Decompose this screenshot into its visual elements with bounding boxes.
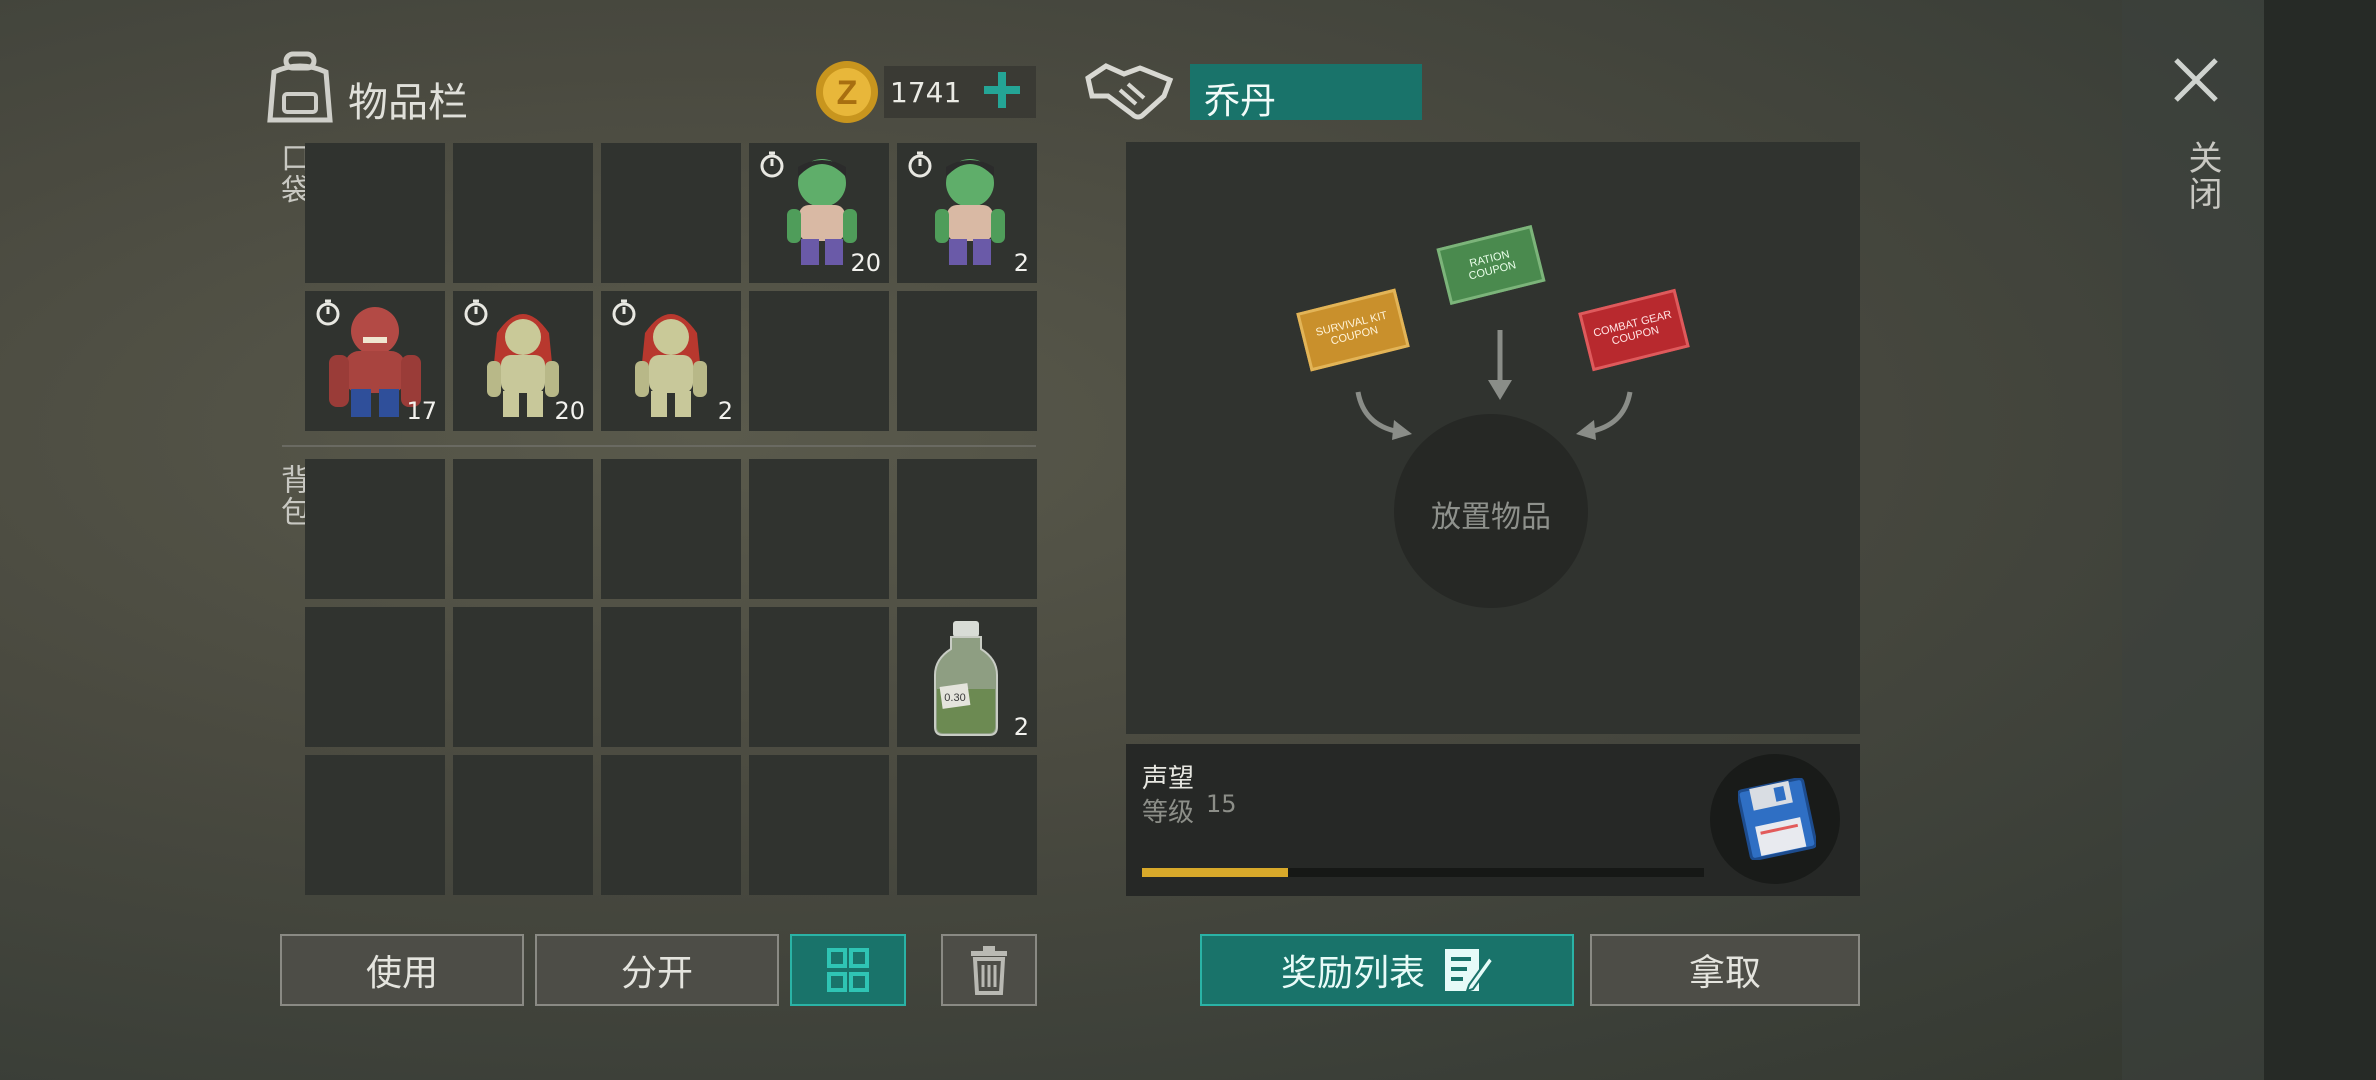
backpack-slot[interactable] (601, 755, 741, 895)
split-button[interactable]: 分开 (535, 934, 779, 1006)
floppy-disk-icon (1738, 778, 1816, 860)
pocket-slot-zombie-redhair[interactable]: 2 (601, 291, 741, 431)
reputation-progress (1142, 868, 1704, 877)
item-count: 2 (1013, 713, 1029, 741)
backpack-slot[interactable] (749, 607, 889, 747)
level-value: 15 (1206, 790, 1237, 818)
pocket-slot[interactable] (453, 143, 593, 283)
list-edit-icon (1445, 949, 1493, 993)
reputation-progress-fill (1142, 868, 1289, 877)
rewards-list-label: 奖励列表 (1280, 953, 1425, 994)
pocket-slot[interactable] (897, 291, 1037, 431)
backpack-slot[interactable] (453, 755, 593, 895)
backpack-slot[interactable] (749, 459, 889, 599)
trash-icon (971, 946, 1007, 995)
backpack-slot[interactable] (897, 755, 1037, 895)
drop-hint: 放置物品 (1431, 500, 1551, 535)
pocket-slot-zombie-green[interactable]: 20 (749, 143, 889, 283)
grid-view-button[interactable] (790, 934, 906, 1006)
handshake-icon (1084, 56, 1174, 126)
npc-name: 乔丹 (1204, 81, 1277, 122)
backpack-icon (264, 50, 336, 124)
close-label[interactable]: 关闭 (2178, 140, 2227, 212)
add-coins-button[interactable] (982, 70, 1022, 110)
rewards-list-button[interactable]: 奖励列表 (1200, 934, 1574, 1006)
side-edge (2264, 0, 2376, 1080)
backpack-slot[interactable] (749, 755, 889, 895)
green-zombie-icon (935, 159, 1005, 265)
reputation-title: 声望 (1142, 764, 1195, 794)
bottle-label: 0.30 (944, 692, 965, 704)
inventory-title: 物品栏 (348, 80, 468, 126)
pocket-slot[interactable] (601, 143, 741, 283)
close-icon (2174, 58, 2218, 102)
pocket-slot-zombie-red[interactable]: 17 (305, 291, 445, 431)
backpack-slot[interactable] (601, 607, 741, 747)
use-button[interactable]: 使用 (280, 934, 524, 1006)
pocket-slot-zombie-green[interactable]: 2 (897, 143, 1037, 283)
bottle-icon: 0.30 (934, 621, 998, 736)
backpack-slot[interactable] (305, 755, 445, 895)
item-count: 20 (554, 397, 585, 425)
backpack-slot[interactable] (897, 459, 1037, 599)
item-count: 2 (1013, 249, 1029, 277)
coin-icon: Z (814, 58, 880, 126)
delete-button[interactable] (941, 934, 1037, 1006)
item-count: 20 (850, 249, 881, 277)
item-count: 17 (406, 397, 437, 425)
backpack-slot[interactable] (305, 459, 445, 599)
coupon-text: RATION COUPON (1467, 248, 1518, 283)
coin-count: 1741 (890, 76, 962, 109)
close-button[interactable] (2170, 54, 2222, 106)
backpack-slot-bottle[interactable]: 0.30 2 (897, 607, 1037, 747)
backpack-slot[interactable] (453, 607, 593, 747)
section-divider (282, 445, 1036, 447)
svg-text:Z: Z (837, 74, 858, 112)
take-button[interactable]: 拿取 (1590, 934, 1860, 1006)
floppy-badge (1710, 754, 1840, 884)
plus-icon (984, 72, 1020, 108)
backpack-slot[interactable] (601, 459, 741, 599)
item-count: 2 (717, 397, 733, 425)
pocket-slot[interactable] (305, 143, 445, 283)
grid-icon (827, 948, 869, 992)
redhair-zombie-icon (635, 314, 707, 417)
pocket-slot-zombie-redhair[interactable]: 20 (453, 291, 593, 431)
backpack-slot[interactable] (305, 607, 445, 747)
pocket-slot[interactable] (749, 291, 889, 431)
backpack-slot[interactable] (453, 459, 593, 599)
level-label: 等级 (1142, 798, 1195, 828)
